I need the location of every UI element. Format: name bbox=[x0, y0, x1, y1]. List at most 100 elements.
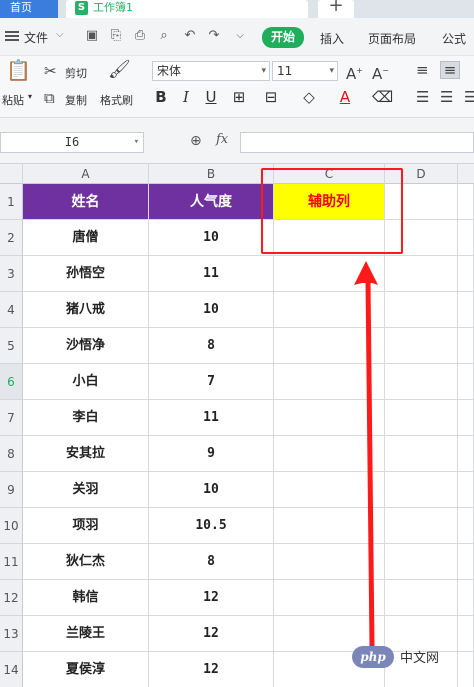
table-cell[interactable]: 7 bbox=[149, 364, 274, 400]
table-cell[interactable] bbox=[385, 580, 458, 616]
shrink-font-icon[interactable]: A− bbox=[372, 63, 389, 82]
menu-page-layout[interactable]: 页面布局 bbox=[368, 30, 416, 47]
header-cell[interactable] bbox=[458, 184, 474, 220]
table-cell[interactable] bbox=[458, 256, 474, 292]
row-header[interactable]: 10 bbox=[0, 508, 23, 544]
table-cell[interactable] bbox=[458, 436, 474, 472]
table-cell[interactable]: 李白 bbox=[23, 400, 149, 436]
font-color-icon[interactable]: A bbox=[336, 88, 354, 106]
align-middle-icon[interactable]: ≡ bbox=[440, 61, 460, 79]
table-cell[interactable] bbox=[385, 508, 458, 544]
table-cell[interactable] bbox=[385, 472, 458, 508]
row-header[interactable]: 14 bbox=[0, 652, 23, 687]
table-cell[interactable]: 项羽 bbox=[23, 508, 149, 544]
save-icon[interactable]: ▣ bbox=[84, 28, 100, 44]
column-header-a[interactable]: A bbox=[23, 164, 149, 184]
table-cell[interactable] bbox=[458, 400, 474, 436]
merge-cells-icon[interactable]: ⊟ bbox=[262, 88, 280, 106]
print-preview-icon[interactable]: ⌕ bbox=[156, 28, 172, 44]
redo-icon[interactable]: ↷ bbox=[206, 28, 222, 44]
menu-formulas[interactable]: 公式 bbox=[442, 30, 466, 47]
grow-font-icon[interactable]: A+ bbox=[346, 63, 363, 82]
table-cell[interactable]: 沙悟净 bbox=[23, 328, 149, 364]
cut-button[interactable]: 剪切 bbox=[65, 65, 87, 81]
table-cell[interactable] bbox=[458, 364, 474, 400]
align-top-icon[interactable]: ≡ bbox=[416, 62, 429, 78]
table-cell[interactable] bbox=[385, 292, 458, 328]
table-cell[interactable] bbox=[385, 256, 458, 292]
table-cell[interactable]: 8 bbox=[149, 544, 274, 580]
table-cell[interactable]: 12 bbox=[149, 616, 274, 652]
table-cell[interactable] bbox=[385, 436, 458, 472]
table-cell[interactable]: 唐僧 bbox=[23, 220, 149, 256]
table-cell[interactable]: 11 bbox=[149, 400, 274, 436]
menu-file[interactable]: 文件 bbox=[24, 29, 48, 46]
format-painter-button[interactable]: 格式刷 bbox=[100, 92, 133, 108]
row-header[interactable]: 2 bbox=[0, 220, 23, 256]
fill-color-icon[interactable]: ◇ bbox=[300, 88, 318, 106]
table-cell[interactable] bbox=[458, 544, 474, 580]
copy-button[interactable]: 复制 bbox=[65, 92, 87, 108]
paste-button[interactable]: 粘贴 bbox=[2, 92, 24, 108]
row-header[interactable]: 12 bbox=[0, 580, 23, 616]
bold-button[interactable]: B bbox=[152, 88, 170, 106]
hamburger-menu-icon[interactable] bbox=[5, 31, 19, 42]
align-right-icon[interactable]: ☰ bbox=[464, 89, 474, 105]
table-cell[interactable]: 狄仁杰 bbox=[23, 544, 149, 580]
table-cell[interactable] bbox=[458, 328, 474, 364]
row-header[interactable]: 11 bbox=[0, 544, 23, 580]
underline-button[interactable]: U bbox=[202, 88, 220, 106]
table-cell[interactable] bbox=[385, 364, 458, 400]
menu-start[interactable]: 开始 bbox=[262, 27, 304, 48]
table-cell[interactable]: 安其拉 bbox=[23, 436, 149, 472]
chevron-down-icon[interactable]: ⌵ bbox=[56, 29, 64, 40]
menu-insert[interactable]: 插入 bbox=[320, 30, 344, 47]
italic-button[interactable]: I bbox=[177, 88, 195, 106]
formula-input[interactable] bbox=[240, 132, 474, 153]
font-name-select[interactable]: 宋体 ▾ bbox=[152, 61, 270, 81]
select-all-corner[interactable] bbox=[0, 164, 23, 184]
table-cell[interactable]: 9 bbox=[149, 436, 274, 472]
tab-document[interactable]: S 工作簿1 bbox=[66, 0, 308, 18]
align-left-icon[interactable]: ☰ bbox=[416, 89, 429, 105]
name-box[interactable]: I6 ▾ bbox=[0, 132, 144, 153]
table-cell[interactable] bbox=[458, 472, 474, 508]
header-cell[interactable]: 人气度 bbox=[149, 184, 274, 220]
eraser-icon[interactable]: ⌫ bbox=[372, 88, 393, 106]
table-cell[interactable]: 10 bbox=[149, 220, 274, 256]
table-cell[interactable]: 12 bbox=[149, 652, 274, 687]
row-header[interactable]: 5 bbox=[0, 328, 23, 364]
table-cell[interactable]: 韩信 bbox=[23, 580, 149, 616]
table-cell[interactable]: 10 bbox=[149, 292, 274, 328]
align-center-icon[interactable]: ☰ bbox=[440, 89, 453, 105]
row-header[interactable]: 13 bbox=[0, 616, 23, 652]
table-cell[interactable]: 猪八戒 bbox=[23, 292, 149, 328]
format-painter-icon[interactable]: 🖌 bbox=[108, 61, 131, 79]
table-cell[interactable]: 10 bbox=[149, 472, 274, 508]
table-cell[interactable]: 关羽 bbox=[23, 472, 149, 508]
row-header[interactable]: 7 bbox=[0, 400, 23, 436]
row-header[interactable]: 3 bbox=[0, 256, 23, 292]
table-cell[interactable] bbox=[458, 220, 474, 256]
row-header[interactable]: 8 bbox=[0, 436, 23, 472]
row-header[interactable]: 1 bbox=[0, 184, 23, 220]
table-cell[interactable]: 11 bbox=[149, 256, 274, 292]
insert-function-button[interactable]: fx bbox=[216, 132, 228, 147]
table-cell[interactable]: 10.5 bbox=[149, 508, 274, 544]
table-cell[interactable]: 小白 bbox=[23, 364, 149, 400]
table-cell[interactable]: 夏侯淳 bbox=[23, 652, 149, 687]
row-header[interactable]: 9 bbox=[0, 472, 23, 508]
table-cell[interactable] bbox=[385, 400, 458, 436]
copy-icon[interactable]: ⧉ bbox=[44, 90, 55, 106]
table-cell[interactable] bbox=[458, 292, 474, 328]
header-cell[interactable]: 姓名 bbox=[23, 184, 149, 220]
add-tab-button[interactable]: + bbox=[318, 0, 354, 18]
table-cell[interactable] bbox=[458, 580, 474, 616]
print-icon[interactable]: ⎙ bbox=[132, 28, 148, 44]
undo-icon[interactable]: ↶ bbox=[182, 28, 198, 44]
borders-icon[interactable]: ⊞ bbox=[230, 88, 248, 106]
table-cell[interactable]: 兰陵王 bbox=[23, 616, 149, 652]
table-cell[interactable] bbox=[385, 328, 458, 364]
table-cell[interactable]: 12 bbox=[149, 580, 274, 616]
chevron-down-icon[interactable]: ⌵ bbox=[232, 28, 248, 44]
